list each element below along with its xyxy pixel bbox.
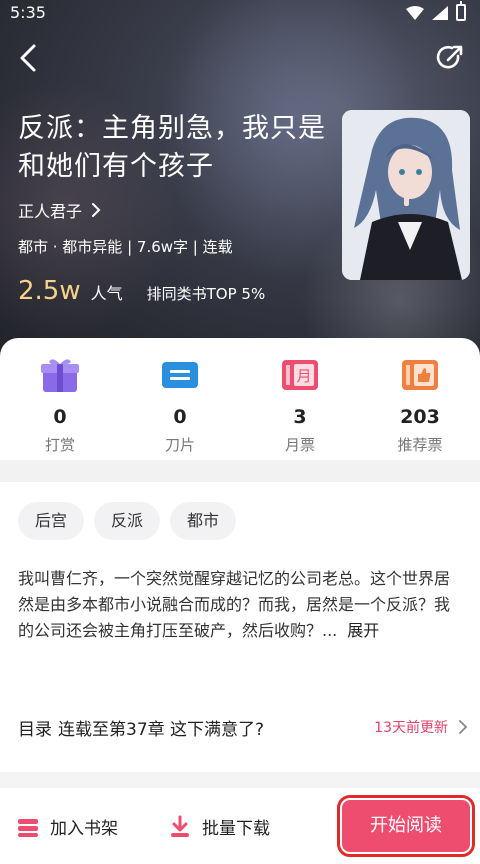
book-cover[interactable]: [342, 110, 470, 280]
metric-blade[interactable]: 0 刀片: [120, 356, 240, 455]
batch-download-label: 批量下载: [202, 819, 270, 839]
metric-label: 月票: [284, 436, 315, 454]
add-to-shelf-button[interactable]: 加入书架: [16, 814, 118, 839]
metric-reward[interactable]: 0 打赏: [0, 356, 120, 455]
blade-ticket-icon: [162, 362, 198, 388]
metric-monthly[interactable]: 月 3 月票: [240, 356, 360, 455]
start-reading-button[interactable]: 开始阅读: [337, 795, 475, 857]
section-divider: [0, 460, 480, 482]
metrics-row: 0 打赏 0 刀片 月 3 月票 203 推荐票: [0, 356, 480, 455]
gift-icon: [41, 359, 79, 392]
book-header: 5:35 反派：主角别急，我只是和她们有个孩子 正人君子 都市 · 都市异能 |…: [0, 0, 480, 360]
batch-download-button[interactable]: 批量下载: [168, 814, 270, 839]
rank-text: 排同类书TOP 5%: [146, 285, 266, 303]
svg-text:月: 月: [296, 367, 311, 385]
author-name: 正人君子: [18, 202, 83, 221]
metric-value: 0: [53, 406, 67, 428]
section-divider: [0, 772, 480, 788]
metric-recommend[interactable]: 203 推荐票: [360, 356, 480, 455]
share-icon[interactable]: [432, 40, 468, 76]
metric-value: 0: [173, 406, 187, 428]
metric-label: 推荐票: [397, 436, 443, 454]
monthly-ticket-icon: 月: [282, 360, 318, 390]
tag-chip[interactable]: 反派: [94, 502, 161, 540]
popularity-label: 人气: [90, 284, 123, 303]
bookshelf-icon: [18, 818, 38, 837]
metric-value: 203: [400, 406, 440, 428]
chevron-right-icon: [459, 720, 468, 734]
download-icon: [171, 815, 189, 837]
book-meta: 都市 · 都市异能 | 7.6w字 | 连载: [18, 238, 233, 256]
battery-icon: [456, 1, 466, 21]
popularity-value: 2.5w: [18, 276, 81, 306]
recommend-ticket-icon: [402, 360, 438, 390]
latest-chapter: 连载至第37章 这下满意了?: [58, 719, 265, 740]
update-time: 13天前更新: [374, 720, 448, 736]
metric-label: 刀片: [164, 436, 195, 454]
status-bar: 5:35: [0, 0, 480, 26]
status-time: 5:35: [10, 3, 46, 22]
tag-list: 后宫 反派 都市: [18, 502, 237, 540]
add-to-shelf-label: 加入书架: [50, 819, 118, 839]
table-of-contents-row[interactable]: 目录 连载至第37章 这下满意了? 13天前更新: [18, 712, 468, 742]
author-link[interactable]: 正人君子: [18, 198, 102, 222]
bottom-action-bar: 加入书架 批量下载 开始阅读: [0, 790, 480, 864]
back-icon[interactable]: [12, 40, 48, 76]
tag-chip[interactable]: 后宫: [18, 502, 85, 540]
signal-icon: [432, 5, 448, 20]
chevron-right-icon: [92, 203, 101, 217]
book-description: 我叫曹仁齐，一个突然觉醒穿越记忆的公司老总。这个世界居然是由多本都市小说融合而成…: [18, 566, 464, 644]
book-stats: 2.5w 人气 排同类书TOP 5%: [18, 276, 265, 306]
expand-link[interactable]: 展开: [347, 621, 379, 640]
description-text: 我叫曹仁齐，一个突然觉醒穿越记忆的公司老总。这个世界居然是由多本都市小说融合而成…: [18, 569, 451, 640]
wifi-icon: [406, 5, 424, 20]
tag-chip[interactable]: 都市: [170, 502, 237, 540]
toc-label: 目录: [18, 719, 52, 740]
metric-value: 3: [293, 406, 307, 428]
book-title: 反派：主角别急，我只是和她们有个孩子: [18, 113, 326, 182]
metric-label: 打赏: [44, 436, 75, 454]
